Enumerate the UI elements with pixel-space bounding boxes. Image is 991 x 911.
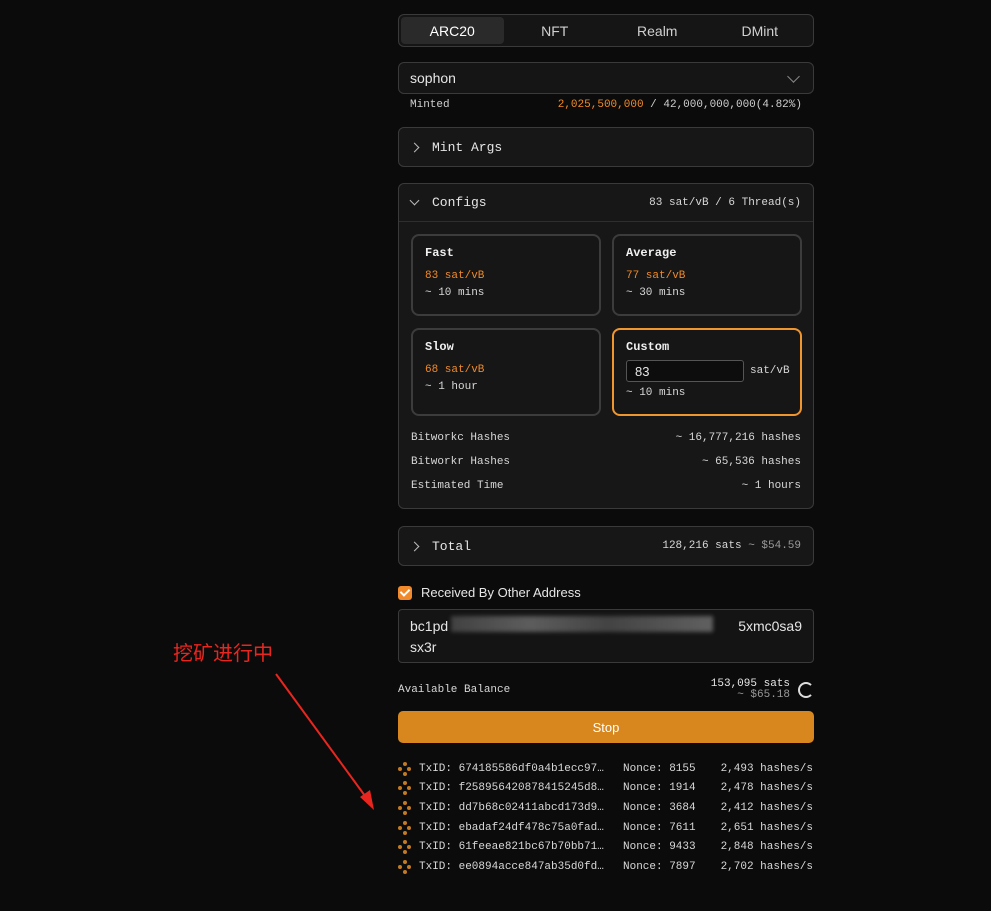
annotation-arrow-icon [275,673,374,810]
